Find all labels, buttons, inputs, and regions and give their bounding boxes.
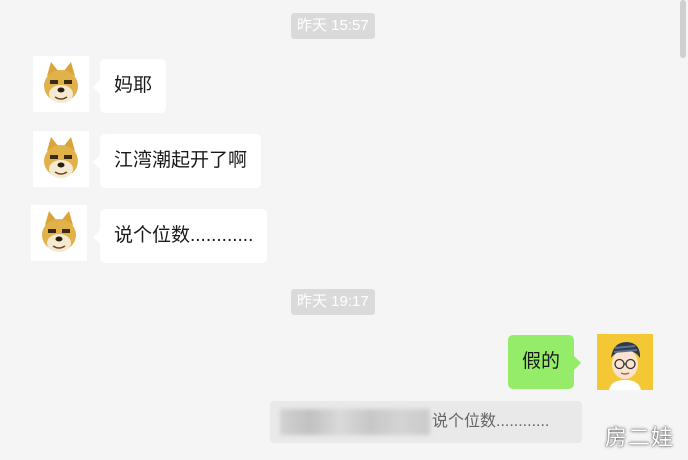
timestamp: 昨天 15:57 — [291, 13, 375, 39]
blurred-sender-name — [280, 409, 430, 435]
doge-avatar-icon[interactable] — [31, 205, 87, 261]
quoted-message[interactable]: 说个位数............ — [270, 401, 582, 443]
watermark: 房二娃 — [604, 425, 674, 450]
chat-window: 昨天 15:57 妈耶 江湾潮起开了啊 说个位数............ 昨天 … — [0, 0, 688, 460]
scrollbar[interactable] — [680, 0, 686, 58]
message-bubble[interactable]: 江湾潮起开了啊 — [92, 134, 262, 188]
cartoon-person-avatar-icon[interactable] — [597, 334, 653, 390]
message-bubble[interactable]: 说个位数............ — [92, 209, 268, 263]
doge-avatar-icon[interactable] — [33, 56, 89, 112]
timestamp: 昨天 19:17 — [291, 289, 375, 315]
message-bubble[interactable]: 妈耶 — [92, 59, 167, 113]
quoted-message-text: 说个位数............ — [432, 413, 550, 430]
doge-avatar-icon[interactable] — [33, 131, 89, 187]
reply-bubble[interactable]: 假的 — [508, 335, 582, 389]
